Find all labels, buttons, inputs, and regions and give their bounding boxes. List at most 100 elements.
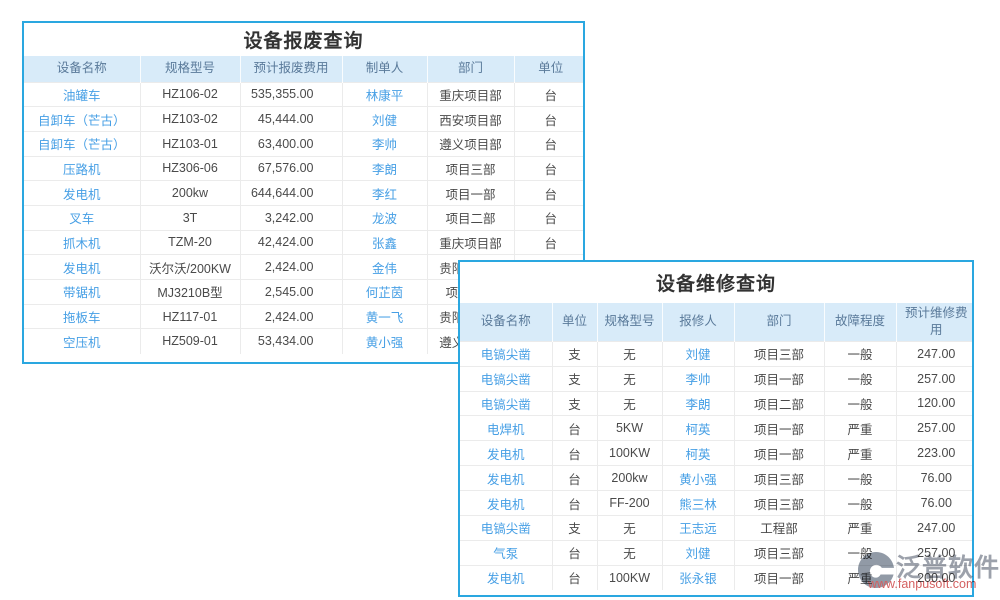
link-cell[interactable]: 黄小强 <box>342 329 427 354</box>
link-cell[interactable]: 黄小强 <box>662 466 734 491</box>
column-header: 规格型号 <box>140 56 240 82</box>
data-cell: 重庆项目部 <box>427 82 514 107</box>
table-row: 发电机台200kw黄小强项目三部一般76.00 <box>460 466 974 491</box>
link-cell[interactable]: 李帅 <box>662 366 734 391</box>
table-row: 发电机台FF-200熊三林项目三部一般76.00 <box>460 491 974 516</box>
link-cell[interactable]: 发电机 <box>460 491 552 516</box>
link-cell[interactable]: 发电机 <box>460 565 552 590</box>
link-cell[interactable]: 自卸车（芒古） <box>24 131 140 156</box>
link-cell[interactable]: 发电机 <box>24 181 140 206</box>
link-cell[interactable]: 带锯机 <box>24 280 140 305</box>
data-cell: 严重 <box>824 416 896 441</box>
link-cell[interactable]: 电焊机 <box>460 416 552 441</box>
column-header: 规格型号 <box>597 303 662 341</box>
link-cell[interactable]: 张鑫 <box>342 230 427 255</box>
data-cell: 一般 <box>824 341 896 366</box>
data-cell: 台 <box>552 565 597 590</box>
data-cell: 247.00 <box>896 515 974 540</box>
column-header: 单位 <box>514 56 585 82</box>
link-cell[interactable]: 电镐尖凿 <box>460 391 552 416</box>
link-cell[interactable]: 电镐尖凿 <box>460 366 552 391</box>
data-cell: 100KW <box>597 441 662 466</box>
data-cell: HZ103-01 <box>140 131 240 156</box>
data-cell: 644,644.00 <box>240 181 342 206</box>
link-cell[interactable]: 龙波 <box>342 205 427 230</box>
data-cell: HZ103-02 <box>140 107 240 132</box>
link-cell[interactable]: 金伟 <box>342 255 427 280</box>
data-cell: HZ306-06 <box>140 156 240 181</box>
data-cell: 台 <box>514 205 585 230</box>
data-cell: 支 <box>552 341 597 366</box>
data-cell: 工程部 <box>734 515 824 540</box>
link-cell[interactable]: 柯英 <box>662 441 734 466</box>
link-cell[interactable]: 气泵 <box>460 540 552 565</box>
column-header: 预计维修费用 <box>896 303 974 341</box>
data-cell: 项目一部 <box>734 441 824 466</box>
link-cell[interactable]: 压路机 <box>24 156 140 181</box>
link-cell[interactable]: 叉车 <box>24 205 140 230</box>
data-cell: 台 <box>552 540 597 565</box>
data-cell: 一般 <box>824 491 896 516</box>
link-cell[interactable]: 刘健 <box>342 107 427 132</box>
data-cell: 台 <box>514 181 585 206</box>
link-cell[interactable]: 自卸车（芒古） <box>24 107 140 132</box>
table-row: 电镐尖凿支无李帅项目一部一般257.00 <box>460 366 974 391</box>
data-cell: 台 <box>552 466 597 491</box>
data-cell: 200.00 <box>896 565 974 590</box>
data-cell: 项目三部 <box>734 540 824 565</box>
column-header: 报修人 <box>662 303 734 341</box>
repair-table: 设备名称单位规格型号报修人部门故障程度预计维修费用 电镐尖凿支无刘健项目三部一般… <box>460 303 974 590</box>
link-cell[interactable]: 刘健 <box>662 540 734 565</box>
data-cell: 台 <box>552 416 597 441</box>
table-row: 叉车3T3,242.00龙波项目二部台 <box>24 205 585 230</box>
link-cell[interactable]: 电镐尖凿 <box>460 341 552 366</box>
link-cell[interactable]: 王志远 <box>662 515 734 540</box>
data-cell: 遵义项目部 <box>427 131 514 156</box>
data-cell: 项目一部 <box>427 181 514 206</box>
data-cell: 项目三部 <box>734 341 824 366</box>
link-cell[interactable]: 空压机 <box>24 329 140 354</box>
column-header: 部门 <box>427 56 514 82</box>
data-cell: 项目三部 <box>427 156 514 181</box>
data-cell: 台 <box>514 107 585 132</box>
data-cell: 53,434.00 <box>240 329 342 354</box>
data-cell: 一般 <box>824 366 896 391</box>
link-cell[interactable]: 何芷茵 <box>342 280 427 305</box>
data-cell: 严重 <box>824 515 896 540</box>
link-cell[interactable]: 抓木机 <box>24 230 140 255</box>
link-cell[interactable]: 发电机 <box>460 466 552 491</box>
link-cell[interactable]: 林康平 <box>342 82 427 107</box>
link-cell[interactable]: 黄一飞 <box>342 304 427 329</box>
data-cell: 无 <box>597 391 662 416</box>
link-cell[interactable]: 李红 <box>342 181 427 206</box>
data-cell: 2,424.00 <box>240 304 342 329</box>
data-cell: 重庆项目部 <box>427 230 514 255</box>
link-cell[interactable]: 电镐尖凿 <box>460 515 552 540</box>
data-cell: TZM-20 <box>140 230 240 255</box>
data-cell: 严重 <box>824 565 896 590</box>
link-cell[interactable]: 发电机 <box>24 255 140 280</box>
repair-query-panel: 设备维修查询 设备名称单位规格型号报修人部门故障程度预计维修费用 电镐尖凿支无刘… <box>458 260 974 597</box>
link-cell[interactable]: 柯英 <box>662 416 734 441</box>
data-cell: 项目二部 <box>734 391 824 416</box>
link-cell[interactable]: 油罐车 <box>24 82 140 107</box>
table-row: 抓木机TZM-2042,424.00张鑫重庆项目部台 <box>24 230 585 255</box>
data-cell: 3,242.00 <box>240 205 342 230</box>
data-cell: 一般 <box>824 540 896 565</box>
table-row: 发电机200kw644,644.00李红项目一部台 <box>24 181 585 206</box>
link-cell[interactable]: 刘健 <box>662 341 734 366</box>
link-cell[interactable]: 发电机 <box>460 441 552 466</box>
data-cell: HZ117-01 <box>140 304 240 329</box>
link-cell[interactable]: 张永银 <box>662 565 734 590</box>
data-cell: 台 <box>514 131 585 156</box>
link-cell[interactable]: 李帅 <box>342 131 427 156</box>
data-cell: 无 <box>597 341 662 366</box>
link-cell[interactable]: 拖板车 <box>24 304 140 329</box>
data-cell: 63,400.00 <box>240 131 342 156</box>
data-cell: HZ106-02 <box>140 82 240 107</box>
link-cell[interactable]: 李朗 <box>342 156 427 181</box>
link-cell[interactable]: 李朗 <box>662 391 734 416</box>
link-cell[interactable]: 熊三林 <box>662 491 734 516</box>
data-cell: 257.00 <box>896 540 974 565</box>
data-cell: 沃尔沃/200KW <box>140 255 240 280</box>
